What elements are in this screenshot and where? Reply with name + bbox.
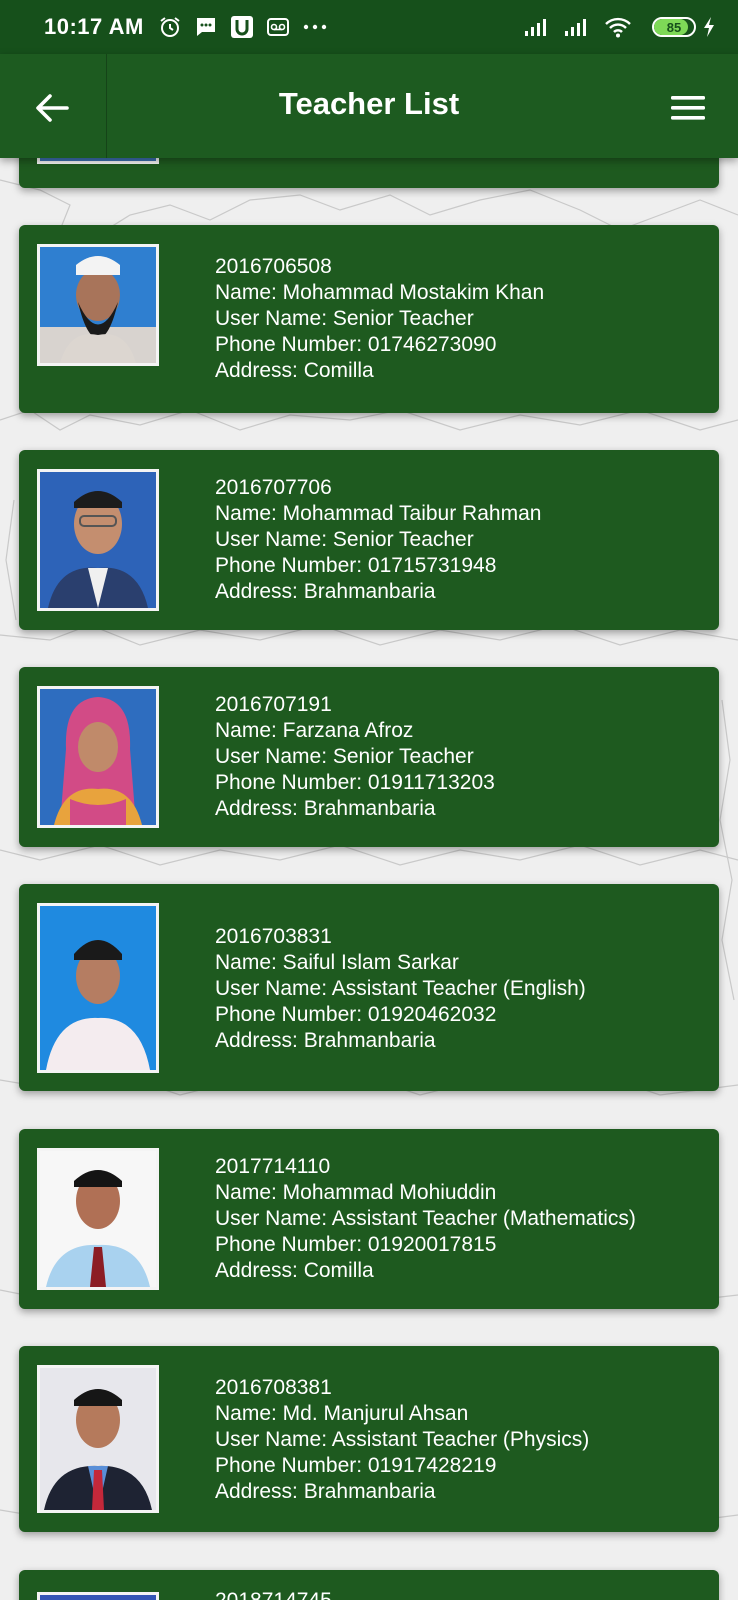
teacher-card[interactable]: 2016706508 Name: Mohammad Mostakim Khan … [19, 225, 719, 413]
teacher-id: 2016707706 [215, 476, 332, 499]
battery-level: 85 [666, 19, 682, 35]
teacher-id: 2016707191 [215, 693, 332, 716]
teacher-info: 2017714110 Name: Mohammad Mohiuddin User… [215, 1154, 636, 1284]
more-dots-icon [302, 22, 328, 32]
teacher-card[interactable]: 2017714110 Name: Mohammad Mohiuddin User… [19, 1129, 719, 1309]
u-app-icon [230, 15, 254, 39]
teacher-user-name: User Name: Senior Teacher [215, 307, 474, 330]
charging-icon [702, 16, 716, 38]
teacher-address: Address: Brahmanbaria [215, 1480, 436, 1503]
teacher-address: Address: Brahmanbaria [215, 797, 436, 820]
teacher-user-name: User Name: Assistant Teacher (English) [215, 977, 586, 1000]
teacher-name: Name: Farzana Afroz [215, 719, 414, 742]
status-bar: 10:17 AM 85 [0, 0, 738, 54]
teacher-address: Address: Brahmanbaria [215, 1029, 436, 1052]
wifi-icon [604, 16, 632, 38]
teacher-id: 2016703831 [215, 925, 332, 948]
teacher-name: Name: Md. Manjurul Ahsan [215, 1402, 469, 1425]
teacher-info: 2016703831 Name: Saiful Islam Sarkar Use… [215, 924, 586, 1054]
teacher-id: 2018714745 [215, 1588, 332, 1600]
signal-icon [564, 17, 592, 37]
teacher-address: Address: Comilla [215, 359, 374, 382]
teacher-user-name: User Name: Senior Teacher [215, 528, 474, 551]
app-bar: Teacher List [0, 54, 738, 158]
teacher-phone[interactable]: Phone Number: 01920017815 [215, 1232, 636, 1258]
teacher-address: Address: Brahmanbaria [215, 580, 436, 603]
teacher-id: 2017714110 [215, 1155, 331, 1178]
teacher-name: Name: Mohammad Mohiuddin [215, 1181, 497, 1204]
teacher-list: 2016706508 Name: Mohammad Mostakim Khan … [0, 0, 738, 1600]
teacher-photo [37, 1592, 159, 1600]
teacher-info: 2016708381 Name: Md. Manjurul Ahsan User… [215, 1375, 589, 1505]
teacher-info: 2016707706 Name: Mohammad Taibur Rahman … [215, 475, 541, 605]
teacher-info: 2016707191 Name: Farzana Afroz User Name… [215, 692, 495, 822]
menu-button[interactable] [664, 84, 712, 132]
voicemail-icon [266, 15, 290, 39]
teacher-card[interactable]: 2016703831 Name: Saiful Islam Sarkar Use… [19, 884, 719, 1091]
teacher-photo [37, 686, 159, 828]
teacher-phone[interactable]: Phone Number: 01715731948 [215, 553, 541, 579]
teacher-id: 2016706508 [215, 255, 332, 278]
teacher-user-name: User Name: Assistant Teacher (Physics) [215, 1428, 590, 1451]
hamburger-menu-icon [671, 96, 705, 120]
teacher-card[interactable]: 2016707706 Name: Mohammad Taibur Rahman … [19, 450, 719, 630]
page-title: Teacher List [278, 86, 460, 121]
teacher-phone[interactable]: Phone Number: 01746273090 [215, 332, 544, 358]
teacher-user-name: User Name: Assistant Teacher (Mathematic… [215, 1207, 636, 1230]
status-time: 10:17 AM [44, 14, 144, 39]
teacher-id: 2016708381 [215, 1376, 332, 1399]
teacher-card[interactable]: 2016708381 Name: Md. Manjurul Ahsan User… [19, 1346, 719, 1532]
teacher-photo [37, 903, 159, 1073]
message-icon [194, 15, 218, 39]
battery-icon: 85 [652, 17, 696, 37]
teacher-phone[interactable]: Phone Number: 01920462032 [215, 1002, 586, 1028]
teacher-info: 2016706508 Name: Mohammad Mostakim Khan … [215, 254, 544, 384]
teacher-photo [37, 469, 159, 611]
teacher-name: Name: Saiful Islam Sarkar [215, 951, 459, 974]
alarm-icon [158, 15, 182, 39]
teacher-name: Name: Mohammad Mostakim Khan [215, 281, 545, 304]
teacher-phone[interactable]: Phone Number: 01917428219 [215, 1453, 589, 1479]
teacher-photo [37, 1365, 159, 1513]
teacher-name: Name: Mohammad Taibur Rahman [215, 502, 542, 525]
signal-icon [524, 17, 552, 37]
teacher-user-name: User Name: Senior Teacher [215, 745, 474, 768]
teacher-address: Address: Comilla [215, 1259, 374, 1282]
teacher-photo [37, 244, 159, 366]
teacher-card-partial[interactable]: 2018714745 [19, 1570, 719, 1600]
teacher-card[interactable]: 2016707191 Name: Farzana Afroz User Name… [19, 667, 719, 847]
screen: 10:17 AM 85 Teacher List 2016706508 Name… [0, 0, 738, 1600]
teacher-phone[interactable]: Phone Number: 01911713203 [215, 770, 495, 796]
teacher-info: 2018714745 [215, 1588, 332, 1600]
teacher-photo [37, 1148, 159, 1290]
